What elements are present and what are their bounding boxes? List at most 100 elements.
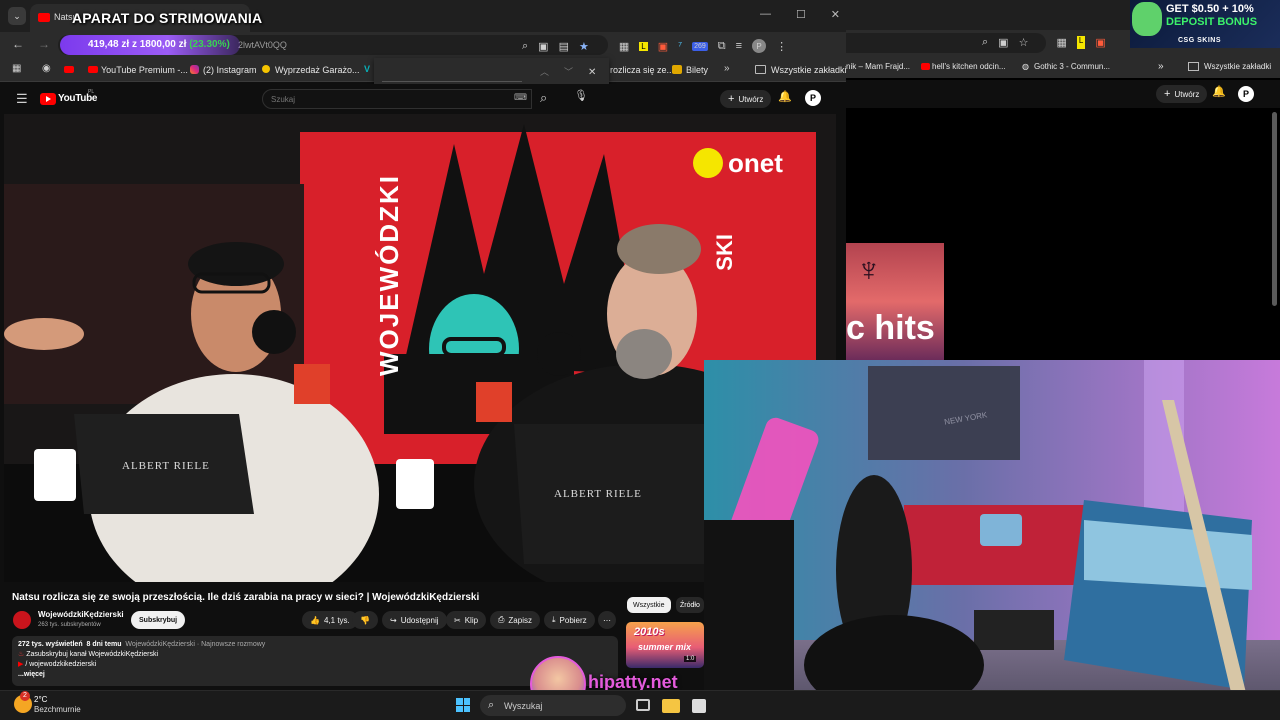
bookmark-favicon-icon[interactable]: ◉ — [42, 64, 51, 74]
chevron-up-icon[interactable]: ︿ — [540, 68, 549, 77]
star-icon[interactable]: ☆ — [1019, 36, 1029, 49]
extension-icon-4[interactable]: ⁷ — [678, 40, 682, 52]
bell-icon[interactable]: 🔔 — [1212, 87, 1226, 98]
bookmark-rozlicza[interactable]: rozlicza się ze... — [610, 65, 674, 75]
create-button[interactable]: + Utwórz — [720, 90, 772, 108]
create-button[interactable]: + Utwórz — [1156, 85, 1208, 103]
ad-banner[interactable]: GET $0.50 + 10% DEPOSIT BONUS CSG SKINS — [1130, 0, 1280, 48]
windows-start-icon[interactable] — [456, 698, 470, 712]
extension-icon-1[interactable]: ▦ — [1056, 36, 1066, 49]
share-button[interactable]: ↪ Udostępnij — [382, 611, 447, 629]
extension-icon-3[interactable]: ▣ — [1095, 36, 1105, 49]
star-icon[interactable]: ★ — [579, 40, 589, 53]
save-button[interactable]: ⎙ Zapisz — [490, 611, 540, 629]
extension-icon-1[interactable]: ▦ — [619, 40, 629, 53]
extension-icon-3[interactable]: ▣ — [658, 40, 668, 53]
apps-icon[interactable]: ▦ — [12, 64, 21, 74]
chip-all[interactable]: Wszystkie — [627, 597, 671, 613]
page-icon[interactable]: ▤ — [559, 40, 569, 53]
create-label: Utwórz — [1174, 89, 1200, 99]
dislike-button[interactable]: 👎 — [352, 611, 378, 629]
find-input[interactable] — [382, 66, 522, 82]
second-thumbnail[interactable]: ♆ c hits — [846, 243, 944, 360]
bell-icon[interactable]: 🔔 — [778, 92, 792, 103]
subscriber-count: 263 tys. subskrybentów — [38, 622, 101, 628]
donation-percent: (23.30%) — [189, 39, 230, 50]
more-bookmarks-icon[interactable]: » — [724, 64, 730, 74]
profile-avatar[interactable]: P — [752, 39, 767, 53]
subscribe-button[interactable]: Subskrybuj — [131, 611, 186, 629]
channel-name[interactable]: WojewódzkiKędzierski — [38, 610, 124, 619]
right-banner-text: SKI — [712, 234, 737, 271]
description-box[interactable]: 272 tys. wyświetleń 8 dni temu Wojewódzk… — [12, 636, 618, 686]
weather-description[interactable]: Bezchmurnie — [34, 705, 81, 714]
facebook-icon — [262, 65, 270, 73]
clip-button[interactable]: ✂ Klip — [446, 611, 487, 629]
bookmark-gothic[interactable]: Gothic 3 - Commun... — [1034, 62, 1110, 71]
bookmark-wyprzedaz[interactable]: Wyprzedaż Garażo... — [275, 65, 359, 75]
avatar[interactable]: P — [805, 90, 821, 106]
file-explorer-icon[interactable] — [662, 699, 680, 713]
onet-logo-text: onet — [728, 148, 783, 178]
keyboard-icon[interactable]: ⌨ — [514, 93, 527, 102]
hamburger-menu-icon[interactable]: ☰ — [16, 92, 28, 105]
extension-icon-2[interactable]: L — [639, 41, 648, 51]
second-toolbar-icons: ⌕ ▣ ☆ ▦ L ▣ — [982, 36, 1106, 49]
cast-icon[interactable]: ▣ — [538, 40, 548, 53]
show-more-link[interactable]: ...więcej — [18, 670, 612, 680]
bookmark-bilety[interactable]: Bilety — [686, 65, 708, 75]
bookmark-hells-kitchen[interactable]: hell's kitchen odcin... — [932, 62, 1006, 71]
maximize-icon[interactable]: ☐ — [796, 8, 806, 24]
forward-icon[interactable]: → — [38, 38, 50, 50]
store-icon[interactable] — [692, 699, 706, 713]
cast-icon[interactable]: ▣ — [998, 36, 1008, 49]
zoom-icon[interactable]: ⌕ — [982, 36, 988, 49]
menu-icon[interactable]: ⋮ — [776, 40, 787, 53]
folder-icon — [1188, 62, 1199, 71]
download-button[interactable]: ⤓ Pobierz — [544, 611, 595, 629]
task-view-icon[interactable] — [636, 699, 650, 711]
close-icon[interactable]: ✕ — [588, 68, 596, 78]
tab-search-button[interactable]: ⌄ — [8, 7, 26, 25]
ad-line-2: DEPOSIT BONUS — [1166, 16, 1258, 28]
bookmark-all[interactable]: Wszystkie zakładki — [1204, 62, 1271, 71]
bookmark-instagram[interactable]: (2) Instagram — [203, 65, 257, 75]
avatar[interactable]: P — [1238, 86, 1254, 102]
like-button[interactable]: 👍 4,1 tys. — [302, 611, 358, 629]
zoom-icon[interactable]: ⌕ — [522, 40, 528, 53]
instagram-icon — [190, 65, 199, 74]
media-icon[interactable]: ≡ — [736, 40, 742, 52]
laptop-brand-left: ALBERT RIELE — [122, 460, 210, 472]
close-icon[interactable]: ✕ — [831, 8, 840, 24]
youtube-logo-icon[interactable] — [40, 93, 56, 105]
taskbar-search[interactable]: ⌕ Wyszukaj — [480, 695, 626, 716]
search-input[interactable] — [262, 89, 532, 109]
recommended-thumbnail[interactable]: 2010s summer mix 1:0 — [626, 622, 704, 668]
microphone-icon[interactable]: 🎙 — [574, 91, 588, 102]
minimize-icon[interactable]: — — [760, 8, 771, 24]
bookmark-all[interactable]: Wszystkie zakładki — [771, 65, 846, 75]
more-actions-button[interactable]: ⋯ — [598, 611, 616, 629]
second-scrollbar[interactable] — [1272, 112, 1277, 306]
chip-source[interactable]: Źródło — [676, 597, 704, 613]
fire-icon: ♨ — [18, 651, 25, 658]
url-fragment: 2lwtAVt0QQ — [238, 40, 287, 50]
temperature[interactable]: 2°C — [34, 695, 47, 704]
ad-line-1: GET $0.50 + 10% — [1166, 3, 1254, 15]
extension-icon-2[interactable]: L — [1076, 36, 1086, 49]
more-bookmarks-icon[interactable]: » — [1158, 61, 1164, 72]
bookmark-youtube-premium[interactable]: YouTube Premium -... — [101, 65, 188, 75]
youtube-icon: ▶ — [18, 661, 24, 668]
bookmark-mam-frajde[interactable]: nik – Mam Frajd... — [846, 62, 910, 71]
description-line-1: Zasubskrybuj kanał WojewódzkiKędzierski — [26, 651, 158, 658]
bookmark-icon: ⎙ — [498, 615, 505, 624]
back-icon[interactable]: ← — [12, 38, 24, 50]
search-icon[interactable]: ⌕ — [540, 91, 547, 104]
puzzle-icon[interactable]: ⧉ — [718, 40, 726, 53]
extension-badge[interactable]: 269 — [692, 41, 708, 51]
chevron-down-icon[interactable]: ﹀ — [564, 68, 573, 77]
channel-avatar[interactable] — [13, 611, 31, 629]
bookmark-favicon-icon: ◍ — [1022, 62, 1029, 71]
scissors-icon: ✂ — [454, 615, 461, 625]
thumbnail-duration: 1:0 — [684, 656, 697, 662]
